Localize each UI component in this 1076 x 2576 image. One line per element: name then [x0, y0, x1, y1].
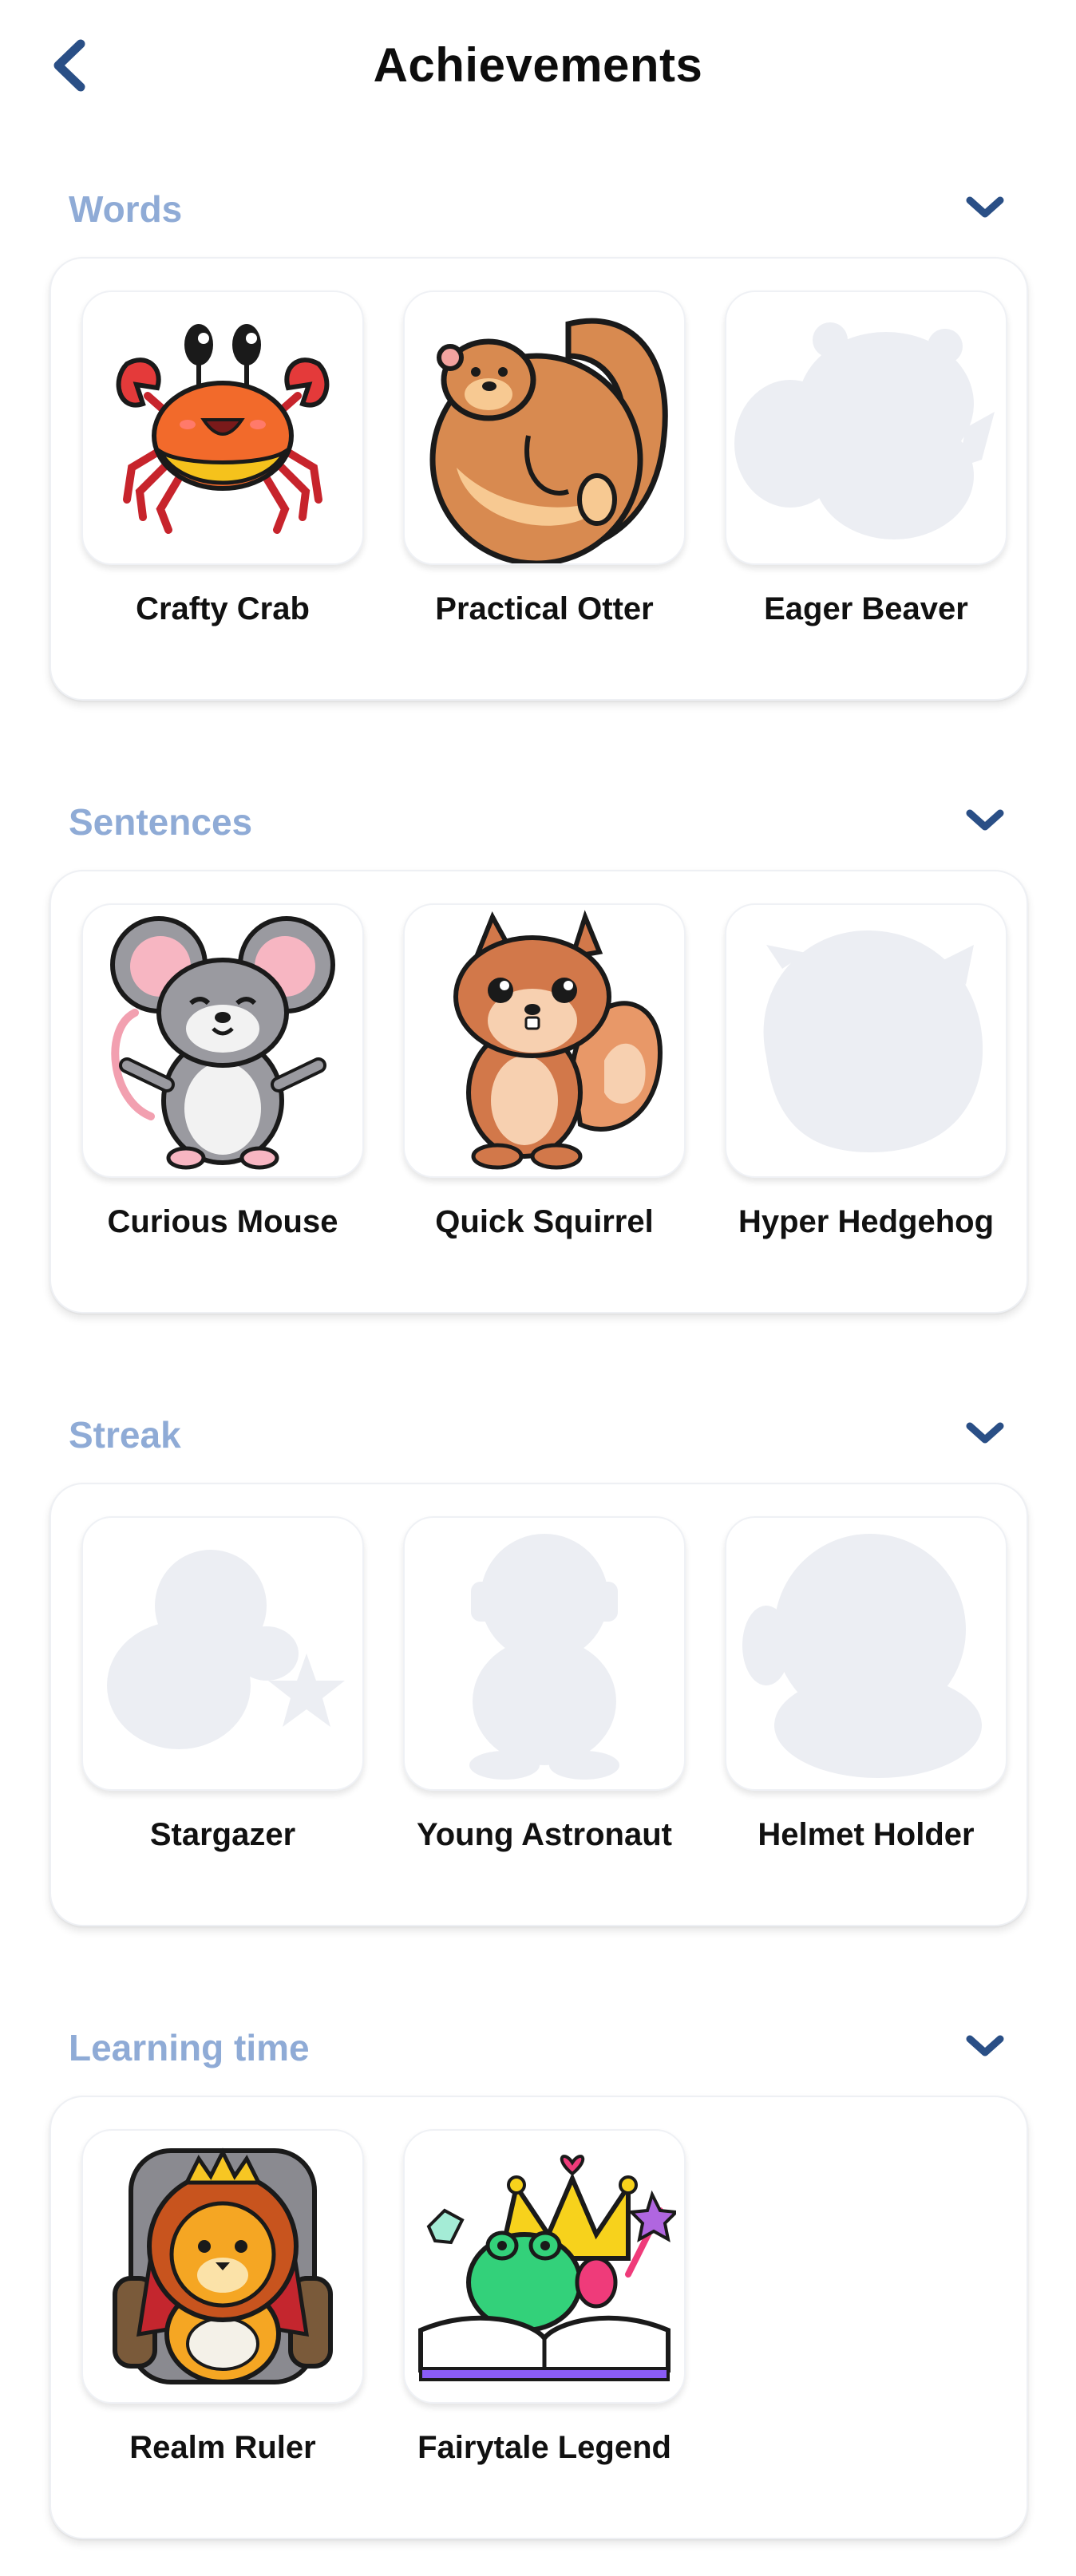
badge-card: Stargazer Young Astronaut Helmet Holder — [49, 1483, 1028, 1926]
badge-helmet-holder[interactable]: Helmet Holder — [725, 1516, 1007, 1855]
page-title: Achievements — [373, 38, 703, 92]
badge-label: Curious Mouse — [107, 1204, 338, 1239]
badge-eager-beaver[interactable]: Eager Beaver — [725, 290, 1007, 629]
chevron-down-icon[interactable] — [963, 2027, 1007, 2065]
otter-icon[interactable] — [403, 290, 686, 565]
badge-fairytale-legend[interactable]: Fairytale Legend — [403, 2129, 686, 2467]
badge-label: Crafty Crab — [136, 591, 310, 626]
section-title: Streak — [69, 1414, 181, 1456]
badge-hyper-hedgehog[interactable]: Hyper Hedgehog — [725, 903, 1007, 1242]
lion-king-icon[interactable] — [81, 2129, 364, 2404]
section-header-sentences[interactable]: Sentences — [69, 790, 1007, 854]
badge-label: Hyper Hedgehog — [738, 1204, 995, 1239]
badge-label: Realm Ruler — [129, 2430, 316, 2465]
chevron-down-icon[interactable] — [963, 1414, 1007, 1452]
badge-practical-otter[interactable]: Practical Otter — [403, 290, 686, 629]
section-title: Learning time — [69, 2027, 310, 2068]
squirrel-icon[interactable] — [403, 903, 686, 1178]
badge-label: Fairytale Legend — [417, 2430, 671, 2465]
badge-label: Stargazer — [149, 1817, 296, 1852]
badge-card: Crafty Crab Practical Otter Eager Beaver — [49, 257, 1028, 701]
stargazer-silhouette-icon[interactable] — [81, 1516, 364, 1791]
badge-crafty-crab[interactable]: Crafty Crab — [81, 290, 364, 629]
section-title: Words — [69, 188, 183, 230]
badge-label: Quick Squirrel — [435, 1204, 654, 1239]
badge-label: Eager Beaver — [764, 591, 968, 626]
mouse-icon[interactable] — [81, 903, 364, 1178]
badge-stargazer[interactable]: Stargazer — [81, 1516, 364, 1855]
crab-icon[interactable] — [81, 290, 364, 565]
badge-label: Young Astronaut — [417, 1817, 672, 1852]
section-header-streak[interactable]: Streak — [69, 1403, 1007, 1467]
badge-quick-squirrel[interactable]: Quick Squirrel — [403, 903, 686, 1242]
badge-card: Curious Mouse Quick Squirrel Hyper Hedge… — [49, 870, 1028, 1314]
badge-label: Practical Otter — [435, 591, 654, 626]
badge-young-astronaut[interactable]: Young Astronaut — [403, 1516, 686, 1855]
section-header-learning-time[interactable]: Learning time — [69, 2016, 1007, 2080]
header: Achievements — [0, 0, 1076, 136]
section-header-words[interactable]: Words — [69, 177, 1007, 241]
chevron-down-icon[interactable] — [963, 801, 1007, 840]
badge-realm-ruler[interactable]: Realm Ruler — [81, 2129, 364, 2467]
chevron-down-icon[interactable] — [963, 188, 1007, 227]
hedgehog-silhouette-icon[interactable] — [725, 903, 1007, 1178]
badge-label: Helmet Holder — [758, 1817, 975, 1852]
helmet-silhouette-icon[interactable] — [725, 1516, 1007, 1791]
beaver-silhouette-icon[interactable] — [725, 290, 1007, 565]
section-title: Sentences — [69, 801, 253, 843]
fairytale-book-icon[interactable] — [403, 2129, 686, 2404]
badge-curious-mouse[interactable]: Curious Mouse — [81, 903, 364, 1242]
astronaut-silhouette-icon[interactable] — [403, 1516, 686, 1791]
badge-card: Realm Ruler Fairytale Legend — [49, 2096, 1028, 2539]
